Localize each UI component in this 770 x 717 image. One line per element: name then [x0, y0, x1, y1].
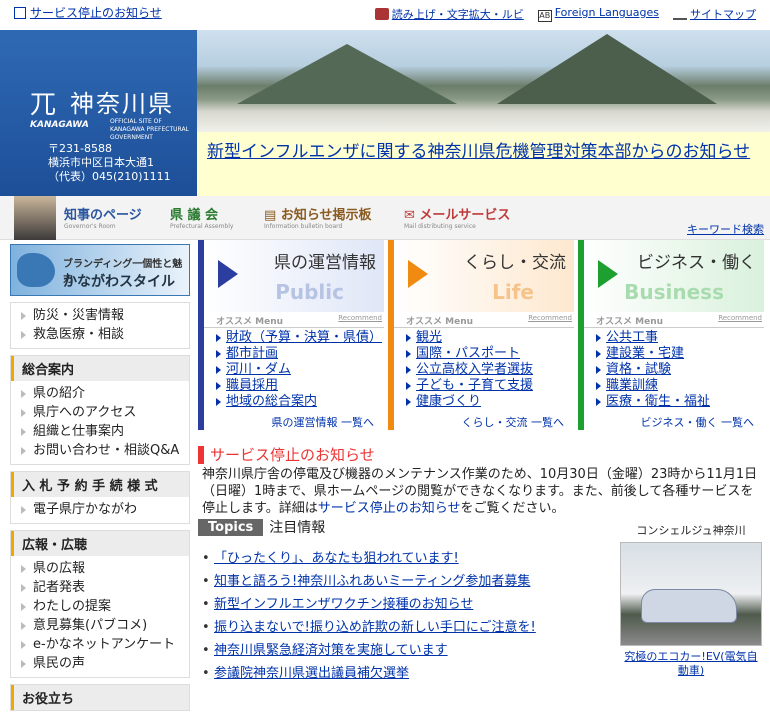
category-item[interactable]: 医療・衛生・福祉	[596, 394, 710, 410]
category-item[interactable]: 公共工事	[596, 330, 710, 346]
category-item[interactable]: 建設業・宅建	[596, 346, 710, 362]
category-more-link[interactable]: くらし・交流 一覧へ	[462, 414, 565, 430]
category-item[interactable]: 財政（予算・決算・県債）	[216, 330, 382, 346]
clipboard-icon: ▤	[264, 208, 281, 223]
sidebar-item[interactable]: わたしの提案	[19, 597, 189, 616]
mail-icon: ✉	[404, 208, 420, 223]
category-more-link[interactable]: 県の運営情報 一覧へ	[272, 414, 375, 430]
category-item[interactable]: 地域の総合案内	[216, 394, 382, 410]
category-business: ビジネス・働く Business Recommend オススメ Menu 公共工事…	[578, 240, 764, 430]
sidebar-item[interactable]: 県の紹介	[19, 384, 189, 403]
topic-item[interactable]: 新型インフルエンザワクチン接種のお知らせ	[198, 593, 603, 616]
logo-subtitle: OFFICIAL SITE OF KANAGAWA PREFECTURAL GO…	[110, 118, 189, 141]
sidebar-item[interactable]: 県の広報	[19, 559, 189, 578]
notice-body: 神奈川県庁舎の停電及び機器のメンテナンス作業のため、10月30日（金曜）23時か…	[202, 467, 758, 516]
concierge-title: コンシェルジュ神奈川	[636, 524, 746, 537]
topic-item[interactable]: 振り込まないで!振り込め詐欺の新しい手口にご注意を!	[198, 616, 603, 639]
category-item[interactable]: 職業訓練	[596, 378, 710, 394]
logo-romaji: KANAGAWA	[30, 120, 89, 130]
sidebar-item[interactable]: 組織と仕事案内	[19, 422, 189, 441]
arrow-right-icon	[218, 260, 238, 288]
square-icon	[14, 6, 26, 19]
keyword-search-link[interactable]: キーワード検索	[687, 221, 764, 237]
category-life: くらし・交流 Life Recommend オススメ Menu 観光 国際・パスポ…	[388, 240, 574, 430]
address-block: 〒231-8588 横浜市中区日本大通1 （代表）045(210)1111	[48, 142, 171, 183]
category-item[interactable]: 観光	[406, 330, 533, 346]
category-item[interactable]: 子ども・子育て支援	[406, 378, 533, 394]
category-item[interactable]: 職員採用	[216, 378, 382, 394]
governor-photo	[14, 196, 56, 240]
speaker-icon	[374, 8, 389, 20]
sitemap-link[interactable]: サイトマップ	[673, 6, 756, 22]
category-public: 県の運営情報 Public Recommend オススメ Menu 財政（予算・決…	[198, 240, 384, 430]
foreign-languages-link[interactable]: AB Foreign Languages	[537, 6, 659, 22]
sidebar-item[interactable]: 意見募集(パブコメ)	[19, 616, 189, 635]
header: ⺎ 神奈川県 KANAGAWA OFFICIAL SITE OF KANAGAW…	[0, 30, 770, 196]
kanagawa-style-banner[interactable]: ブランディング一個性と魅力 かながわスタイル	[10, 244, 190, 296]
topics-title: 注目情報	[269, 520, 326, 536]
topic-item[interactable]: 「ひったくり」、あなたも狙われています!	[198, 547, 603, 570]
category-item[interactable]: 都市計画	[216, 346, 382, 362]
nav-bulletin[interactable]: ▤ お知らせ掲示板 Information bulletin board	[264, 204, 372, 230]
sidebar-general: 総合案内 県の紹介 県庁へのアクセス 組織と仕事案内 お問い合わせ・相談Q&A	[10, 355, 190, 465]
topics-tag: Topics	[198, 518, 264, 536]
topic-item[interactable]: 知事と語ろう!神奈川ふれあいミーティング参加者募集	[198, 570, 603, 593]
header-photo	[197, 30, 770, 132]
main-nav: 知事のページ Governor's Room 県 議 会 Prefectural A…	[0, 196, 770, 240]
category-more-link[interactable]: ビジネス・働く 一覧へ	[641, 414, 755, 430]
sidebar-pr: 広報・広聴 県の広報 記者発表 わたしの提案 意見募集(パブコメ) e-かなネッ…	[10, 530, 190, 678]
prefecture-logo[interactable]: ⺎ 神奈川県 KANAGAWA OFFICIAL SITE OF KANAGAW…	[0, 30, 197, 196]
sidebar-item[interactable]: 救急医療・相談	[19, 325, 189, 344]
topic-item[interactable]: 参議院神奈川県選出議員補欠選挙	[198, 662, 603, 685]
topics-section: Topics 注目情報 「ひったくり」、あなたも狙われています! 知事と語ろう!…	[198, 517, 603, 685]
ev-car-photo[interactable]	[620, 542, 762, 646]
arrow-right-icon	[408, 260, 428, 288]
car-icon	[641, 589, 737, 623]
service-notice-link[interactable]: サービス停止のお知らせ	[14, 4, 162, 21]
sidebar-item[interactable]: 記者発表	[19, 578, 189, 597]
concierge-caption-link[interactable]: 究極のエコカー!EV(電気自動車)	[620, 650, 762, 678]
notice-title: サービス停止のお知らせ	[198, 446, 768, 464]
read-aloud-link[interactable]: 読み上げ・文字拡大・ルビ	[374, 6, 524, 22]
sidebar-item[interactable]: e-かなネットアンケート	[19, 635, 189, 654]
concierge-box: コンシェルジュ神奈川 究極のエコカー!EV(電気自動車)	[620, 522, 762, 678]
category-item[interactable]: 資格・試験	[596, 362, 710, 378]
sidebar-procedures: 入 札 予 約 手 続 様 式 電子県庁かながわ	[10, 471, 190, 524]
sidebar-item[interactable]: 県民の声	[19, 654, 189, 673]
ab-icon: AB	[537, 10, 552, 22]
nav-assembly[interactable]: 県 議 会 Prefectural Assembly	[170, 204, 233, 230]
top-bar: サービス停止のお知らせ 読み上げ・文字拡大・ルビ AB Foreign Langu…	[0, 0, 770, 28]
notice-link[interactable]: サービス停止のお知らせ	[318, 501, 461, 516]
sidebar-item[interactable]: 防災・災害情報	[19, 306, 189, 325]
nav-mail[interactable]: ✉ メールサービス Mail distributing service	[404, 204, 510, 230]
mountain-shape	[237, 44, 457, 104]
category-item[interactable]: 健康づくり	[406, 394, 533, 410]
category-item[interactable]: 公立高校入学者選抜	[406, 362, 533, 378]
mountain-shape	[497, 34, 717, 104]
category-item[interactable]: 河川・ダム	[216, 362, 382, 378]
nav-governor[interactable]: 知事のページ Governor's Room	[64, 204, 142, 230]
sidebar-emergency: 防災・災害情報 救急医療・相談	[10, 302, 190, 349]
arrow-right-icon	[598, 260, 618, 288]
kanagawa-map-icon	[17, 253, 55, 287]
sidebar-item[interactable]: 電子県庁かながわ	[19, 500, 189, 519]
service-notice: サービス停止のお知らせ 神奈川県庁舎の停電及び機器のメンテナンス作業のため、10…	[198, 446, 768, 517]
sidebar-item[interactable]: 県庁へのアクセス	[19, 403, 189, 422]
influenza-banner-link[interactable]: 新型インフルエンザに関する神奈川県危機管理対策本部からのお知らせ	[197, 132, 770, 196]
sidebar: ブランディング一個性と魅力 かながわスタイル 防災・災害情報 救急医療・相談 総…	[10, 244, 190, 717]
topic-item[interactable]: 神奈川県緊急経済対策を実施しています	[198, 639, 603, 662]
sitemap-icon	[673, 8, 687, 20]
prefecture-name: 神奈川県	[70, 90, 174, 118]
prefecture-emblem-icon: ⺎	[30, 90, 57, 120]
sidebar-useful: お役立ち	[10, 684, 190, 711]
sidebar-item[interactable]: お問い合わせ・相談Q&A	[19, 441, 189, 460]
category-item[interactable]: 国際・パスポート	[406, 346, 533, 362]
utility-links: 読み上げ・文字拡大・ルビ AB Foreign Languages サイトマップ	[374, 6, 756, 22]
